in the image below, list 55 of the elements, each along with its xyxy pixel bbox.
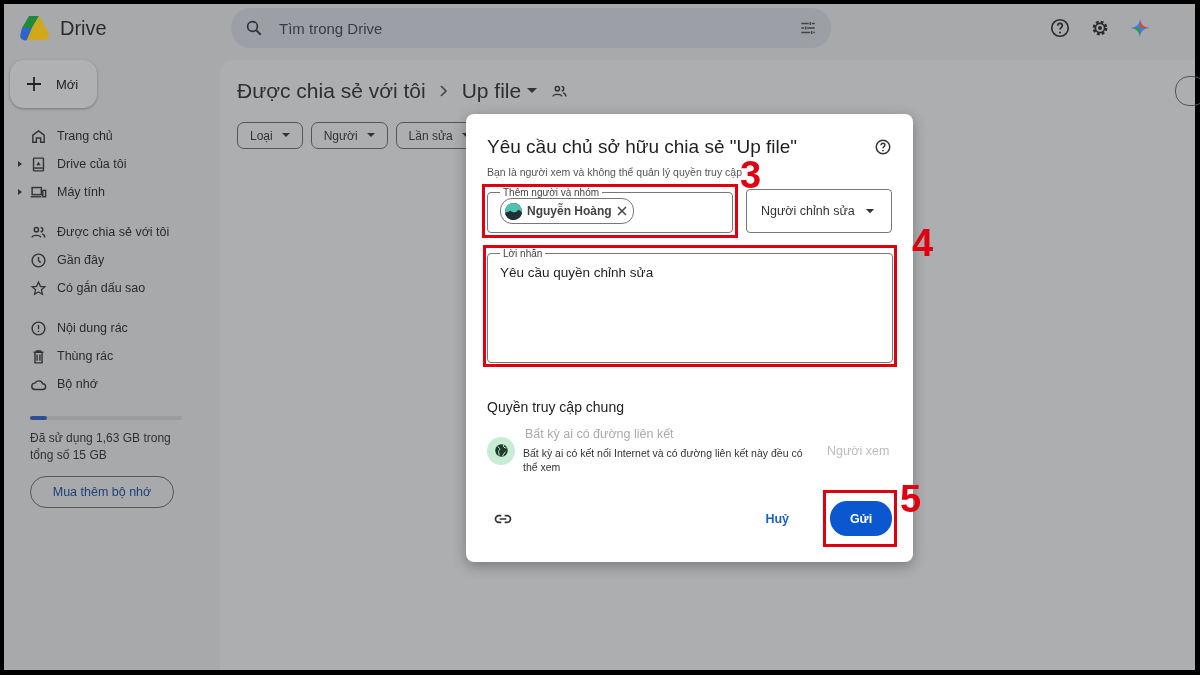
plus-icon — [26, 76, 42, 92]
sidebar-item[interactable]: Nội dung rác — [10, 314, 210, 342]
caret-icon — [366, 133, 375, 138]
add-people-field[interactable]: Thêm người và nhóm Nguyễn Hoàng — [487, 187, 733, 233]
field-label: Lời nhắn — [503, 248, 543, 259]
folder-title[interactable]: Up file — [461, 79, 522, 103]
warning-icon — [30, 319, 47, 337]
dialog-subtitle: Bạn là người xem và không thể quản lý quyền truy cập — [487, 166, 742, 178]
sidebar-item[interactable]: Gần đây — [10, 246, 210, 274]
sidebar-item[interactable]: Trang chủ — [10, 122, 210, 150]
sidebar-item[interactable]: Máy tính — [10, 178, 210, 206]
sidebar-item[interactable]: Được chia sẻ với tôi — [10, 218, 210, 246]
access-description: Bất kỳ ai có kết nối Internet và có đường liên kết này đều có thể xem — [523, 446, 804, 474]
expand-arrow-icon[interactable] — [18, 189, 22, 195]
step-number: 4 — [912, 228, 934, 258]
step-number: 5 — [900, 484, 922, 514]
search-field[interactable]: Tìm trong Drive — [277, 18, 785, 38]
person-chip[interactable]: Nguyễn Hoàng — [500, 198, 634, 224]
drive-logo-icon — [18, 14, 50, 42]
caret-icon — [281, 133, 290, 138]
filter-chip[interactable]: Người — [310, 122, 388, 149]
sidebar-item[interactable]: Có gắn dấu sao — [10, 274, 210, 302]
help-icon[interactable] — [874, 138, 892, 156]
new-button[interactable]: Mới — [10, 60, 97, 108]
role-dropdown[interactable]: Người chỉnh sửa — [746, 189, 892, 233]
sidebar-item[interactable]: Drive của tôi — [10, 150, 210, 178]
globe-icon — [493, 443, 509, 458]
cancel-button[interactable]: Huỷ — [753, 503, 801, 534]
close-icon[interactable] — [616, 206, 627, 216]
filter-chip[interactable]: Loại — [237, 122, 303, 149]
storage-usage-text: Đã sử dụng 1,63 GB trong tổng số 15 GB — [30, 430, 172, 464]
breadcrumb-link[interactable]: Được chia sẻ với tôi — [237, 79, 426, 103]
dialog-title: Yêu cầu chủ sở hữu chia sẻ "Up file" — [487, 136, 798, 158]
help-icon[interactable] — [1049, 17, 1071, 39]
message-box[interactable]: Lời nhắn Yêu cầu quyền chỉnh sửa — [487, 248, 893, 363]
access-role: Người xem — [827, 443, 890, 458]
sidebar-item[interactable]: Bộ nhớ — [10, 370, 210, 398]
filter-sliders-icon[interactable] — [799, 19, 817, 37]
clock-icon — [30, 251, 47, 269]
section-heading: Quyền truy cập chung — [487, 399, 625, 415]
caret-icon[interactable] — [527, 88, 538, 94]
sidebar-item[interactable]: Thùng rác — [10, 342, 210, 370]
caret-icon — [865, 208, 875, 214]
star-icon — [30, 279, 47, 297]
drive-icon — [30, 155, 47, 173]
chevron-right-icon — [439, 85, 448, 97]
field-label: Thêm người và nhóm — [503, 187, 600, 198]
expand-arrow-icon[interactable] — [18, 161, 22, 167]
send-button[interactable]: Gửi — [830, 501, 892, 536]
step-number: 3 — [740, 160, 762, 190]
search-icon — [245, 19, 263, 37]
search-bar[interactable]: Tìm trong Drive — [231, 8, 831, 48]
home-icon — [30, 127, 47, 145]
app-name: Drive — [60, 16, 107, 40]
access-option: Bất kỳ ai có đường liên kết — [523, 427, 813, 441]
